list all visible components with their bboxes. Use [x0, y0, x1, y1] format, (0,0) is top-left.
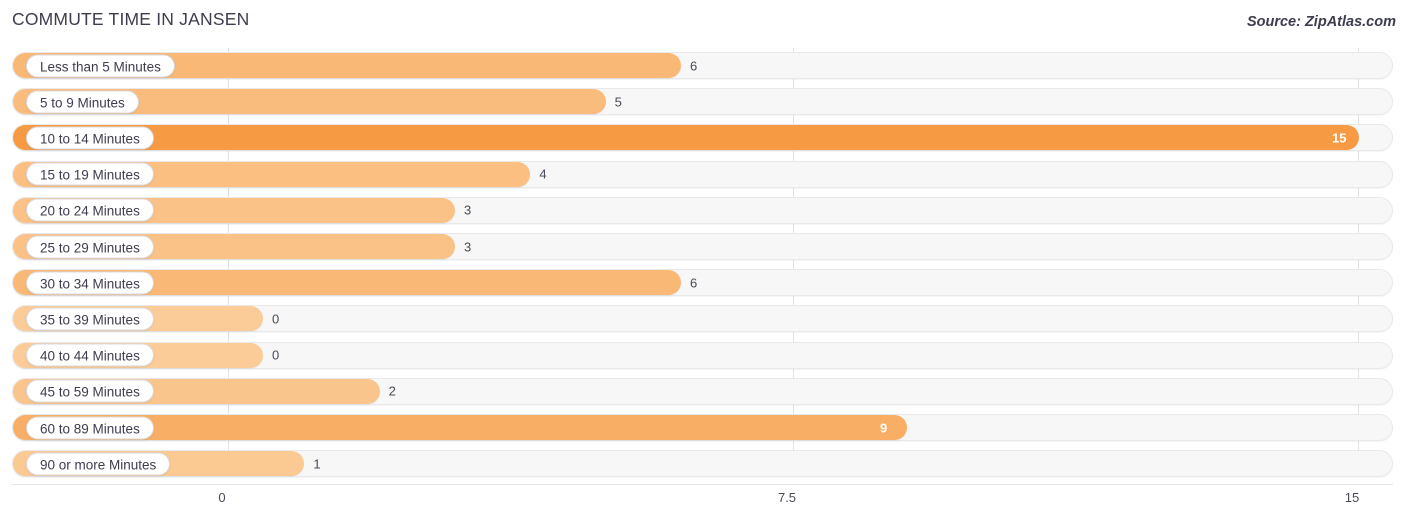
- category-label: 40 to 44 Minutes: [26, 343, 154, 367]
- chart-container: COMMUTE TIME IN JANSEN Source: ZipAtlas.…: [0, 0, 1406, 522]
- bar-value-label: 2: [388, 383, 396, 399]
- axis-tick-0: 0: [218, 490, 226, 505]
- bar-value-label: 3: [464, 202, 472, 218]
- category-label: Less than 5 Minutes: [26, 54, 175, 77]
- category-label: 10 to 14 Minutes: [26, 126, 154, 150]
- plot-area: 6 Less than 5 Minutes 5 5 to 9 Minutes 15 10 …: [0, 48, 1406, 484]
- bar-value-label: 1: [313, 456, 321, 472]
- bar-row[interactable]: 3 20 to 24 Minutes: [12, 196, 1393, 224]
- bar-row[interactable]: 15 10 to 14 Minutes: [12, 124, 1393, 152]
- bar-value-label: 5: [614, 94, 622, 110]
- bar-row[interactable]: 0 35 to 39 Minutes: [12, 305, 1393, 333]
- category-label: 45 to 59 Minutes: [26, 379, 154, 403]
- bar-value-label: 3: [464, 239, 472, 254]
- source-attribution: Source: ZipAtlas.com: [1246, 14, 1396, 30]
- axis-tick-7.5: 7.5: [777, 490, 797, 505]
- category-label: 25 to 29 Minutes: [26, 235, 154, 258]
- category-label: 30 to 34 Minutes: [26, 271, 154, 295]
- axis-line: [12, 484, 1393, 485]
- page-title: COMMUTE TIME IN JANSEN: [12, 9, 250, 29]
- bar-row[interactable]: 2 45 to 59 Minutes: [12, 377, 1393, 405]
- x-axis: 0 7.5 15: [0, 484, 1406, 522]
- category-label: 35 to 39 Minutes: [26, 307, 154, 331]
- bar[interactable]: [13, 125, 1359, 151]
- category-label: 15 to 19 Minutes: [26, 162, 154, 186]
- bar-row[interactable]: 0 40 to 44 Minutes: [12, 341, 1393, 369]
- category-label: 90 or more Minutes: [26, 452, 171, 476]
- bar-row[interactable]: 3 25 to 29 Minutes: [12, 233, 1393, 260]
- bar-value-label: 4: [539, 166, 547, 182]
- bar-row[interactable]: 1 90 or more Minutes: [12, 450, 1393, 478]
- bar-value-label: 6: [690, 275, 698, 291]
- bar-row[interactable]: 5 5 to 9 Minutes: [12, 88, 1393, 116]
- category-label: 60 to 89 Minutes: [26, 416, 154, 439]
- bar-row[interactable]: 6 30 to 34 Minutes: [12, 269, 1393, 297]
- bar-row[interactable]: 6 Less than 5 Minutes: [12, 52, 1393, 79]
- bar-value-label: 0: [272, 311, 280, 327]
- bar-value-label: 0: [272, 347, 280, 363]
- bar-row[interactable]: 9 60 to 89 Minutes: [12, 414, 1393, 441]
- bar-value-label: 9: [880, 420, 888, 435]
- axis-tick-15: 15: [1344, 490, 1360, 505]
- bar-row[interactable]: 4 15 to 19 Minutes: [12, 160, 1393, 188]
- category-label: 20 to 24 Minutes: [26, 198, 154, 222]
- bar-value-label: 6: [690, 58, 698, 73]
- bar-value-label: 15: [1332, 130, 1347, 146]
- category-label: 5 to 9 Minutes: [26, 90, 139, 114]
